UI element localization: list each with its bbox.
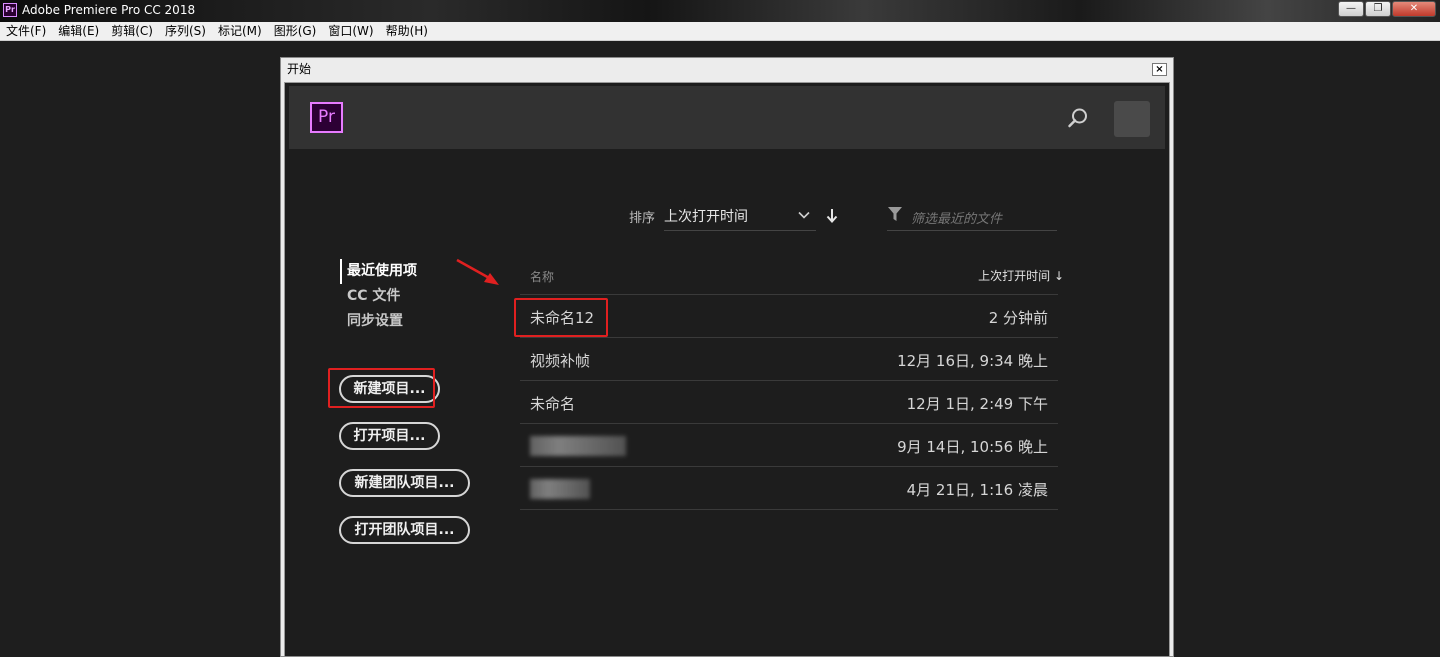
table-row[interactable]: 4月 21日, 1:16 凌晨 bbox=[520, 467, 1058, 510]
menu-clip[interactable]: 剪辑(C) bbox=[111, 22, 153, 40]
close-window-button[interactable]: ✕ bbox=[1392, 1, 1436, 17]
filter-funnel-icon bbox=[888, 207, 902, 221]
open-team-project-button[interactable]: 打开团队项目... bbox=[339, 516, 470, 544]
column-name-header[interactable]: 名称 bbox=[530, 268, 554, 285]
row-file-name: 未命名12 bbox=[530, 309, 595, 327]
search-icon[interactable] bbox=[1067, 107, 1089, 129]
sort-direction-arrow-down-icon[interactable] bbox=[825, 208, 839, 224]
new-team-project-button[interactable]: 新建团队项目... bbox=[339, 469, 470, 497]
start-panel: Pr 排序 上次打开时间 筛选最近的文件 最近使用项 CC 文件 同步设置 新建… bbox=[289, 86, 1165, 656]
recent-files-table: 名称 上次打开时间 ↓ 未命名12 2 分钟前 视频补帧 12月 16日, 9:… bbox=[520, 254, 1064, 510]
premiere-app-icon: Pr bbox=[3, 3, 17, 17]
row-file-name: 未命名 bbox=[530, 395, 576, 413]
minimize-button[interactable]: — bbox=[1338, 1, 1364, 17]
sort-dropdown[interactable]: 上次打开时间 bbox=[664, 200, 816, 231]
row-last-opened: 4月 21日, 1:16 凌晨 bbox=[906, 481, 1048, 499]
nav-cc-files[interactable]: CC 文件 bbox=[340, 284, 417, 309]
window-title-bar[interactable]: Pr Adobe Premiere Pro CC 2018 — ❐ ✕ bbox=[0, 0, 1440, 22]
menu-bar: 文件(F) 编辑(E) 剪辑(C) 序列(S) 标记(M) 图形(G) 窗口(W… bbox=[0, 22, 1440, 41]
menu-markers[interactable]: 标记(M) bbox=[218, 22, 262, 40]
row-last-opened: 2 分钟前 bbox=[988, 309, 1048, 327]
menu-graphics[interactable]: 图形(G) bbox=[274, 22, 317, 40]
premiere-logo: Pr bbox=[310, 102, 343, 133]
dialog-title: 开始 bbox=[287, 62, 312, 76]
window-title: Adobe Premiere Pro CC 2018 bbox=[22, 3, 196, 17]
nav-sync-settings[interactable]: 同步设置 bbox=[340, 309, 417, 334]
sort-label: 排序 bbox=[629, 211, 656, 226]
menu-help[interactable]: 帮助(H) bbox=[386, 22, 428, 40]
start-header: Pr bbox=[289, 86, 1165, 149]
sort-dropdown-value: 上次打开时间 bbox=[664, 209, 748, 225]
column-last-opened-label: 上次打开时间 bbox=[978, 269, 1051, 283]
table-row[interactable]: 视频补帧 12月 16日, 9:34 晚上 bbox=[520, 338, 1058, 381]
table-header: 名称 上次打开时间 ↓ bbox=[520, 254, 1064, 295]
blurred-file-name bbox=[530, 479, 590, 499]
row-last-opened: 12月 1日, 2:49 下午 bbox=[906, 395, 1048, 413]
column-last-opened-header[interactable]: 上次打开时间 ↓ bbox=[978, 267, 1064, 284]
menu-window[interactable]: 窗口(W) bbox=[328, 22, 373, 40]
start-nav: 最近使用项 CC 文件 同步设置 bbox=[340, 259, 417, 334]
blurred-file-name bbox=[530, 436, 626, 456]
menu-file[interactable]: 文件(F) bbox=[6, 22, 46, 40]
row-last-opened: 12月 16日, 9:34 晚上 bbox=[897, 352, 1048, 370]
dialog-close-button[interactable]: × bbox=[1152, 63, 1167, 76]
table-row[interactable]: 未命名12 2 分钟前 bbox=[520, 295, 1058, 338]
table-row[interactable]: 9月 14日, 10:56 晚上 bbox=[520, 424, 1058, 467]
table-row[interactable]: 未命名 12月 1日, 2:49 下午 bbox=[520, 381, 1058, 424]
open-project-button[interactable]: 打开项目... bbox=[339, 422, 440, 450]
dialog-frame: Pr 排序 上次打开时间 筛选最近的文件 最近使用项 CC 文件 同步设置 新建… bbox=[284, 82, 1170, 656]
menu-sequence[interactable]: 序列(S) bbox=[165, 22, 206, 40]
start-dialog: 开始 × Pr 排序 上次打开时间 筛选最近的文件 最近使用项 CC 文件 同步… bbox=[280, 57, 1174, 657]
highlight-new-project bbox=[328, 368, 435, 408]
menu-edit[interactable]: 编辑(E) bbox=[58, 22, 99, 40]
restore-button[interactable]: ❐ bbox=[1365, 1, 1391, 17]
annotation-arrow-icon bbox=[456, 258, 499, 285]
filter-placeholder: 筛选最近的文件 bbox=[911, 212, 1003, 227]
filter-recent-files-input[interactable]: 筛选最近的文件 bbox=[887, 200, 1057, 231]
nav-recent[interactable]: 最近使用项 bbox=[340, 259, 417, 284]
row-file-name: 视频补帧 bbox=[530, 352, 591, 370]
row-last-opened: 9月 14日, 10:56 晚上 bbox=[897, 438, 1048, 456]
chevron-down-icon bbox=[798, 211, 810, 219]
user-avatar[interactable] bbox=[1114, 101, 1150, 137]
